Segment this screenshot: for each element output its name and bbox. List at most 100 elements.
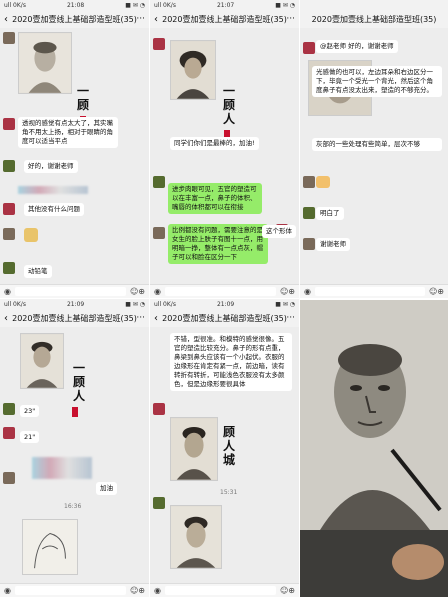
blurred-message — [32, 457, 92, 479]
message-bubble: 透视的感觉有点太大了，其实嘴角不用太上扬，相对于眼睛的角度可以适当平点 — [18, 117, 118, 148]
avatar[interactable] — [3, 427, 15, 439]
painting-title-vertical: 一顾 — [76, 84, 89, 112]
chat-panel-3: 2020壹加壹线上基础部造型班(35) @赵老师 好的，谢谢老师 光感做的也可以… — [300, 0, 448, 298]
avatar[interactable] — [303, 207, 315, 219]
portrait-sketch — [21, 334, 63, 388]
chat-title-bar: ‹ 2020壹加壹线上基础部造型班(35) ··· — [0, 10, 149, 28]
image-thumbnail[interactable] — [24, 228, 38, 242]
message-bubble: 灰部的一些处理有些简单，层次不够 — [312, 138, 442, 151]
message-bubble: 比例都没有问题，需要注意的是女生的脸上肤子有图十一点，用明暗一挣，整体有一点点灰… — [168, 224, 268, 264]
avatar[interactable] — [3, 472, 15, 484]
chat-panel-1: ull 0K/s 21:08 ■ ✉ ◔ ‹ 2020壹加壹线上基础部造型班(3… — [0, 0, 149, 298]
avatar[interactable] — [303, 42, 315, 54]
more-icon[interactable]: ··· — [136, 14, 145, 24]
input-bar: ◉ ☺ ⊕ — [300, 284, 448, 298]
message-input[interactable] — [314, 287, 425, 296]
back-icon[interactable]: ‹ — [4, 313, 8, 324]
status-icons: ■ ✉ ◔ — [125, 1, 145, 9]
message-input[interactable] — [14, 586, 126, 595]
status-time: 21:08 — [66, 1, 85, 9]
plus-icon[interactable]: ⊕ — [437, 287, 444, 296]
sketch-image[interactable] — [22, 519, 78, 575]
portrait-sketch — [19, 33, 71, 93]
status-icons: ■ ✉ ◔ — [125, 300, 145, 308]
message-bubble: 光感做的也可以，左边耳朵和右边区分一下，毕竟一个受光一个背光，然后这个角度鼻子有… — [312, 66, 442, 97]
emoji-icon[interactable]: ☺ — [429, 287, 437, 296]
avatar[interactable] — [3, 262, 15, 274]
message-bubble: 其他没有什么问题 — [24, 203, 84, 216]
status-time: 21:09 — [216, 300, 235, 308]
sketch-photo-panel[interactable] — [300, 300, 448, 597]
sketch-image[interactable] — [170, 505, 222, 569]
avatar[interactable] — [153, 497, 165, 509]
emoji-icon[interactable]: ☺ — [280, 586, 288, 595]
sketch-image[interactable] — [20, 333, 64, 389]
back-icon[interactable]: ‹ — [154, 313, 158, 324]
message-bubble: 进步肉眼可见，五官的塑造可以在丰富一点，鼻子的体积、嘴唇的体积都可以在衔接 — [168, 183, 262, 214]
avatar[interactable] — [303, 238, 315, 250]
avatar[interactable] — [303, 176, 315, 188]
emoji-icon[interactable]: ☺ — [130, 287, 138, 296]
message-input[interactable] — [14, 287, 126, 296]
portrait-sketch — [171, 506, 221, 568]
voice-icon[interactable]: ◉ — [154, 586, 161, 595]
old-man-portrait-drawing — [300, 300, 448, 597]
chat-title-bar: ‹ 2020壹加壹线上基础部造型班(35) ··· — [150, 309, 299, 327]
message-input[interactable] — [164, 287, 276, 296]
chat-title-bar: ‹ 2020壹加壹线上基础部造型班(35) ··· — [0, 309, 149, 327]
plus-icon[interactable]: ⊕ — [138, 586, 145, 595]
timestamp: 15:31 — [220, 489, 238, 496]
avatar[interactable] — [153, 176, 165, 188]
sketch-image[interactable] — [170, 40, 216, 100]
voice-icon[interactable]: ◉ — [154, 287, 161, 296]
emoji-icon[interactable]: ☺ — [130, 586, 138, 595]
avatar[interactable] — [153, 38, 165, 50]
voice-message[interactable]: 21" — [20, 431, 40, 443]
voice-message[interactable]: 23" — [20, 405, 40, 417]
voice-icon[interactable]: ◉ — [4, 586, 11, 595]
emoji-icon[interactable]: ☺ — [280, 287, 288, 296]
plus-icon[interactable]: ⊕ — [288, 586, 295, 595]
painting-title-vertical: 一顾人 — [72, 361, 85, 403]
message-bubble: 同学们你们是最棒的，加油! — [170, 137, 259, 150]
chat-title: 2020壹加壹线上基础部造型班(35) — [162, 14, 287, 24]
message-bubble: 好的，谢谢老师 — [24, 160, 78, 173]
avatar[interactable] — [3, 203, 15, 215]
plus-icon[interactable]: ⊕ — [288, 287, 295, 296]
chat-title: 2020壹加壹线上基础部造型班(35) — [12, 313, 137, 323]
sketch-image[interactable] — [18, 32, 72, 94]
chat-title: 2020壹加壹线上基础部造型班(35) — [162, 313, 287, 323]
voice-icon[interactable]: ◉ — [4, 287, 11, 296]
input-bar: ◉ ☺ ⊕ — [150, 284, 299, 298]
more-icon[interactable]: ··· — [286, 14, 295, 24]
chat-title: 2020壹加壹线上基础部造型班(35) — [311, 14, 437, 24]
chat-title-bar: ‹ 2020壹加壹线上基础部造型班(35) ··· — [150, 10, 299, 28]
message-input[interactable] — [164, 586, 276, 595]
more-icon[interactable]: ··· — [286, 313, 295, 323]
avatar[interactable] — [153, 403, 165, 415]
more-icon[interactable]: ··· — [136, 313, 145, 323]
chat-title: 2020壹加壹线上基础部造型班(35) — [12, 14, 137, 24]
back-icon[interactable]: ‹ — [154, 14, 158, 25]
message-bubble: 这个形体 — [262, 225, 296, 238]
avatar[interactable] — [3, 228, 15, 240]
avatar[interactable] — [3, 160, 15, 172]
avatar[interactable] — [3, 32, 15, 44]
status-signal: ull 0K/s — [154, 300, 176, 308]
voice-icon[interactable]: ◉ — [304, 287, 311, 296]
sketch-image[interactable] — [170, 417, 218, 481]
avatar[interactable] — [153, 227, 165, 239]
plus-icon[interactable]: ⊕ — [138, 287, 145, 296]
portrait-sketch — [171, 41, 215, 99]
status-bar: ull 0K/s 21:09 ■ ✉ ◔ — [150, 299, 299, 309]
chat-title-bar: 2020壹加壹线上基础部造型班(35) — [300, 10, 448, 28]
input-bar: ◉ ☺ ⊕ — [0, 583, 149, 597]
chat-panel-5: ull 0K/s 21:09 ■ ✉ ◔ ‹ 2020壹加壹线上基础部造型班(3… — [150, 299, 299, 597]
avatar[interactable] — [3, 118, 15, 130]
input-bar: ◉ ☺ ⊕ — [0, 284, 149, 298]
back-icon[interactable]: ‹ — [4, 14, 8, 25]
message-bubble: 加油 — [96, 482, 117, 495]
avatar[interactable] — [3, 403, 15, 415]
message-bubble: 动铅笔 — [24, 265, 52, 278]
status-signal: ull 0K/s — [4, 300, 26, 308]
